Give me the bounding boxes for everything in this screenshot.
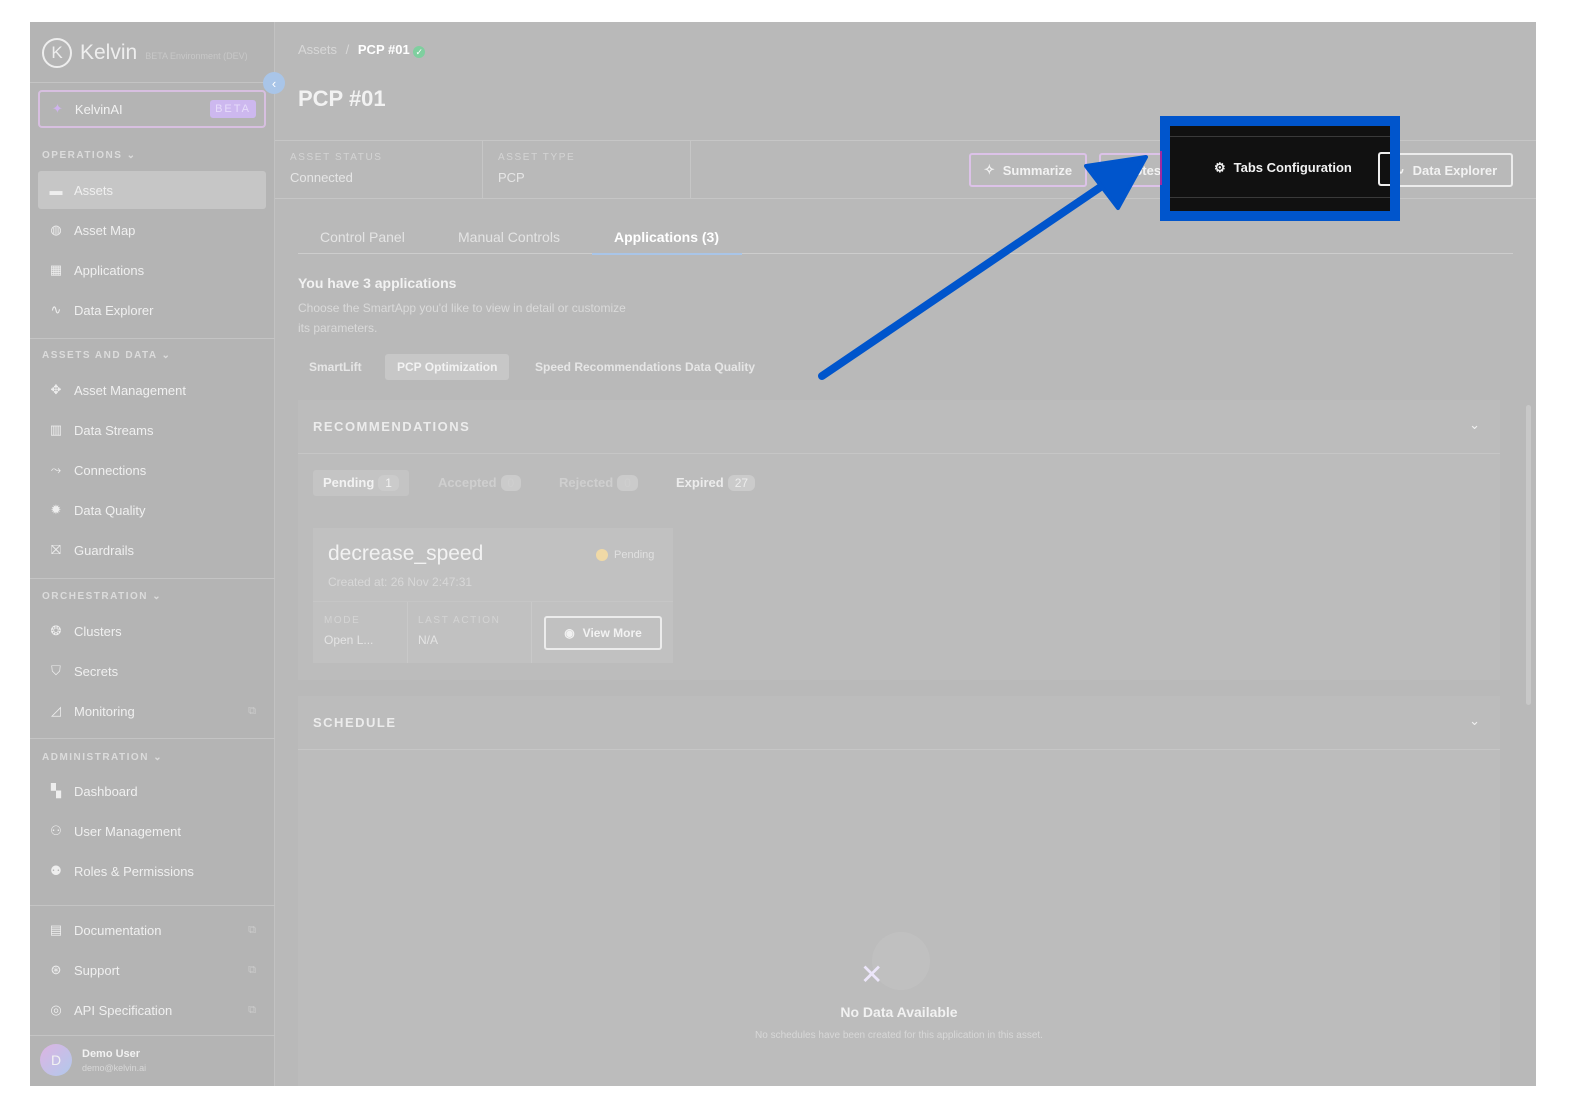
chevron-left-icon: ‹ — [271, 75, 277, 91]
arrow-shaft — [818, 178, 1112, 380]
arrow-head — [1084, 155, 1148, 210]
annotation-arrow — [818, 155, 1148, 380]
collapse-sidebar-button[interactable]: ‹ — [263, 72, 285, 94]
